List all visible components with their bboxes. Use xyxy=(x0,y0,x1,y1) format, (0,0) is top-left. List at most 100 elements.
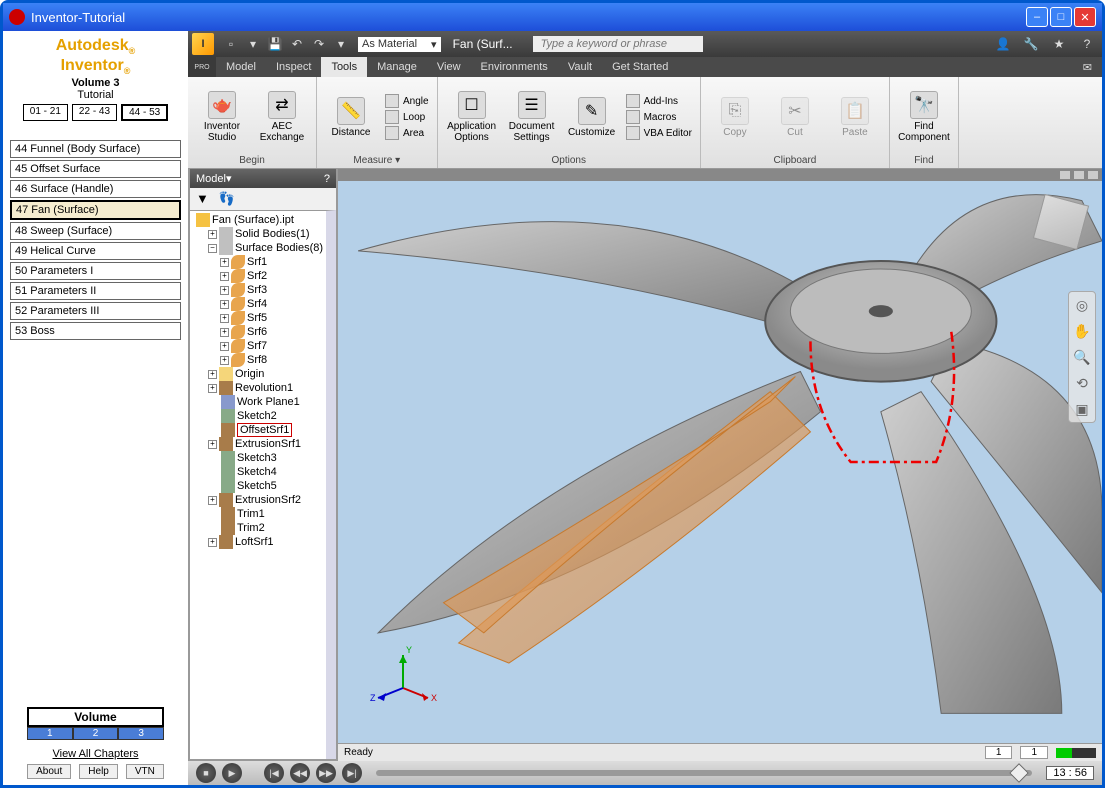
tab-manage[interactable]: Manage xyxy=(367,57,427,77)
tree-srf1[interactable]: Srf1 xyxy=(247,256,267,268)
tree-sketch3[interactable]: Sketch3 xyxy=(237,452,277,464)
help-icon[interactable]: ? xyxy=(1078,35,1096,53)
tab-tools[interactable]: Tools xyxy=(321,57,367,77)
distance-button[interactable]: 📏Distance xyxy=(325,97,377,138)
print-icon[interactable]: ▾ xyxy=(332,35,350,53)
tree-srf6[interactable]: Srf6 xyxy=(247,326,267,338)
chapter-49[interactable]: 49 Helical Curve xyxy=(10,242,181,260)
material-combo[interactable]: As Material▾ xyxy=(358,37,441,52)
star-icon[interactable]: ★ xyxy=(1050,35,1068,53)
orbit-icon[interactable]: ⟲ xyxy=(1073,374,1091,392)
volume-3[interactable]: 3 xyxy=(118,727,164,740)
chapter-53[interactable]: 53 Boss xyxy=(10,322,181,340)
viewport-close-icon[interactable] xyxy=(1088,171,1098,179)
expand-solid[interactable]: + xyxy=(208,230,217,239)
tree-extrusionsrf2[interactable]: ExtrusionSrf2 xyxy=(235,494,301,506)
redo-icon[interactable]: ↷ xyxy=(310,35,328,53)
tree-offsetsrf1[interactable]: OffsetSrf1 xyxy=(237,423,292,437)
chapter-48[interactable]: 48 Sweep (Surface) xyxy=(10,222,181,240)
tree-solid[interactable]: Solid Bodies(1) xyxy=(235,228,310,240)
seek-thumb[interactable] xyxy=(1009,763,1029,783)
aec-exchange-button[interactable]: ⇄AEC Exchange xyxy=(256,91,308,143)
play-button[interactable]: ▶ xyxy=(222,763,242,783)
rewind-button[interactable]: ◀◀ xyxy=(290,763,310,783)
tree-sketch5[interactable]: Sketch5 xyxy=(237,480,277,492)
tree-srf2[interactable]: Srf2 xyxy=(247,270,267,282)
open-icon[interactable]: ▾ xyxy=(244,35,262,53)
addins-button[interactable]: Add-Ins xyxy=(626,94,692,108)
volume-1[interactable]: 1 xyxy=(27,727,73,740)
find-component-button[interactable]: 🔭Find Component xyxy=(898,91,950,143)
find-tree-icon[interactable]: 👣 xyxy=(219,191,235,207)
stop-button[interactable]: ■ xyxy=(196,763,216,783)
tree-extrusionsrf1[interactable]: ExtrusionSrf1 xyxy=(235,438,301,450)
pan-icon[interactable]: ✋ xyxy=(1073,322,1091,340)
undo-icon[interactable]: ↶ xyxy=(288,35,306,53)
tree-surf[interactable]: Surface Bodies(8) xyxy=(235,242,323,254)
angle-button[interactable]: Angle xyxy=(385,94,429,108)
viewport-max-icon[interactable] xyxy=(1074,171,1084,179)
tree-srf5[interactable]: Srf5 xyxy=(247,312,267,324)
signin-icon[interactable]: 👤 xyxy=(994,35,1012,53)
filter-icon[interactable]: ▼ xyxy=(196,191,209,207)
tab-getstarted[interactable]: Get Started xyxy=(602,57,678,77)
tree-sketch2[interactable]: Sketch2 xyxy=(237,410,277,422)
range-44-53[interactable]: 44 - 53 xyxy=(121,104,168,121)
forward-button[interactable]: ▶▶ xyxy=(316,763,336,783)
zoom-icon[interactable]: 🔍 xyxy=(1073,348,1091,366)
tree-srf7[interactable]: Srf7 xyxy=(247,340,267,352)
first-button[interactable]: |◀ xyxy=(264,763,284,783)
maximize-button[interactable]: □ xyxy=(1050,7,1072,27)
app-menu-button[interactable]: I xyxy=(192,33,214,55)
tree-srf3[interactable]: Srf3 xyxy=(247,284,267,296)
close-button[interactable]: ✕ xyxy=(1074,7,1096,27)
chapter-44[interactable]: 44 Funnel (Body Surface) xyxy=(10,140,181,158)
steering-wheel-icon[interactable]: ◎ xyxy=(1073,296,1091,314)
volume-2[interactable]: 2 xyxy=(73,727,119,740)
tree-sketch4[interactable]: Sketch4 xyxy=(237,466,277,478)
tree-trim1[interactable]: Trim1 xyxy=(237,508,265,520)
new-icon[interactable]: ▫ xyxy=(222,35,240,53)
help-button[interactable]: Help xyxy=(79,764,118,779)
loop-button[interactable]: Loop xyxy=(385,110,429,124)
model-tree[interactable]: Fan (Surface).ipt + Solid Bodies(1) − Surf… xyxy=(190,210,336,759)
customize-button[interactable]: ✎Customize xyxy=(566,97,618,138)
chapter-51[interactable]: 51 Parameters II xyxy=(10,282,181,300)
minimize-button[interactable]: – xyxy=(1026,7,1048,27)
chapter-45[interactable]: 45 Offset Surface xyxy=(10,160,181,178)
lookat-icon[interactable]: ▣ xyxy=(1073,400,1091,418)
3d-viewport[interactable]: ◎ ✋ 🔍 ⟲ ▣ X Y Z xyxy=(338,181,1102,743)
about-button[interactable]: About xyxy=(27,764,71,779)
seek-track[interactable] xyxy=(376,770,1032,776)
app-options-button[interactable]: ☐Application Options xyxy=(446,91,498,143)
key-icon[interactable]: 🔧 xyxy=(1022,35,1040,53)
range-22-43[interactable]: 22 - 43 xyxy=(72,104,117,121)
ribbon-mail-icon[interactable]: ✉ xyxy=(1073,57,1102,77)
view-all-chapters-link[interactable]: View All Chapters xyxy=(7,748,184,760)
browser-header[interactable]: Model ▾? xyxy=(190,169,336,188)
tab-vault[interactable]: Vault xyxy=(558,57,602,77)
tree-trim2[interactable]: Trim2 xyxy=(237,522,265,534)
search-input[interactable] xyxy=(533,36,703,52)
chapter-50[interactable]: 50 Parameters I xyxy=(10,262,181,280)
tree-loftsrf1[interactable]: LoftSrf1 xyxy=(235,536,274,548)
expand-surf[interactable]: − xyxy=(208,244,217,253)
inventor-studio-button[interactable]: 🫖Inventor Studio xyxy=(196,91,248,143)
tree-srf4[interactable]: Srf4 xyxy=(247,298,267,310)
vtn-button[interactable]: VTN xyxy=(126,764,164,779)
viewport-min-icon[interactable] xyxy=(1060,171,1070,179)
tab-environments[interactable]: Environments xyxy=(471,57,558,77)
macros-button[interactable]: Macros xyxy=(626,110,692,124)
chapter-46[interactable]: 46 Surface (Handle) xyxy=(10,180,181,198)
tab-view[interactable]: View xyxy=(427,57,471,77)
tree-origin[interactable]: Origin xyxy=(235,368,264,380)
tab-inspect[interactable]: Inspect xyxy=(266,57,321,77)
range-01-21[interactable]: 01 - 21 xyxy=(23,104,68,121)
chapter-52[interactable]: 52 Parameters III xyxy=(10,302,181,320)
tree-root[interactable]: Fan (Surface).ipt xyxy=(212,214,294,226)
tree-workplane1[interactable]: Work Plane1 xyxy=(237,396,300,408)
save-icon[interactable]: 💾 xyxy=(266,35,284,53)
last-button[interactable]: ▶| xyxy=(342,763,362,783)
area-button[interactable]: Area xyxy=(385,126,429,140)
tree-srf8[interactable]: Srf8 xyxy=(247,354,267,366)
